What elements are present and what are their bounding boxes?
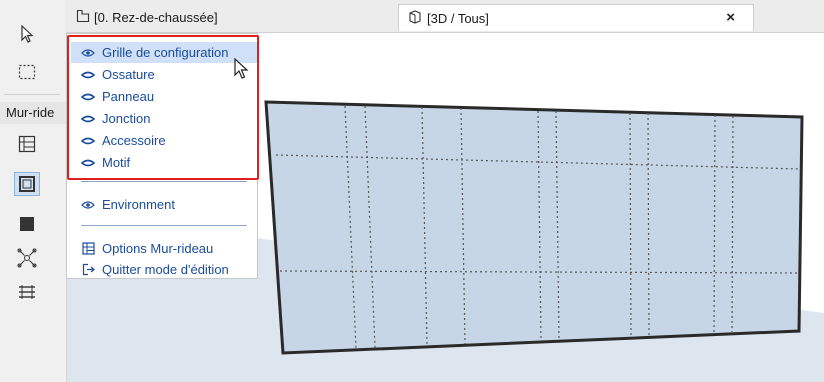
close-icon[interactable]: × (726, 9, 735, 26)
curtain-wall-grid-icon[interactable] (14, 132, 40, 156)
toolbox: Mur-ride (0, 0, 67, 382)
menu-separator (81, 181, 247, 182)
toolbox-separator (4, 94, 60, 95)
menu-item-exit[interactable]: Quitter mode d'édition (71, 259, 257, 280)
arrow-select-icon[interactable] (14, 22, 40, 46)
exit-icon (81, 263, 95, 276)
grid-settings-icon (81, 242, 95, 255)
menu-item-environment[interactable]: Environment (71, 194, 257, 215)
floor-plan-icon (76, 9, 90, 26)
junction-tool-icon[interactable] (14, 246, 40, 270)
menu-item-label: Quitter mode d'édition (102, 262, 229, 277)
curtain-wall-panel (264, 100, 804, 355)
tab-floor-plan[interactable]: [0. Rez-de-chaussée] (68, 4, 398, 31)
tab-bar: [0. Rez-de-chaussée] [3D / Tous] × (66, 0, 824, 33)
mouse-cursor-icon (234, 57, 250, 83)
menu-item-label: Options Mur-rideau (102, 241, 214, 256)
tab-3d-view-label: [3D / Tous] (427, 10, 489, 26)
menu-item-options[interactable]: Options Mur-rideau (71, 238, 257, 259)
marquee-icon[interactable] (14, 60, 40, 84)
3d-view-icon (407, 9, 423, 28)
tab-floor-plan-label: [0. Rez-de-chaussée] (94, 10, 218, 25)
toolbox-label: Mur-ride (0, 102, 66, 124)
menu-separator (81, 225, 247, 226)
panel-tool-icon[interactable] (14, 212, 40, 236)
tab-3d-view[interactable]: [3D / Tous] × (398, 4, 754, 31)
eye-open-icon (81, 200, 95, 210)
highlight-box (67, 35, 259, 180)
accessory-tool-icon[interactable] (14, 280, 40, 304)
menu-item-label: Environment (102, 197, 175, 212)
frame-tool-icon[interactable] (14, 172, 40, 196)
